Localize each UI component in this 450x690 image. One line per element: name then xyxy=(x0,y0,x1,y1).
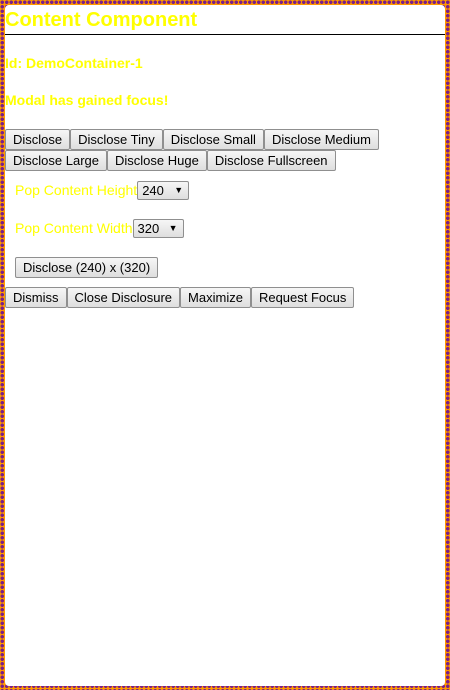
page-title: Content Component xyxy=(5,5,445,35)
disclose-medium-button[interactable]: Disclose Medium xyxy=(263,129,379,150)
disclose-large-button[interactable]: Disclose Large xyxy=(5,150,107,171)
disclose-button[interactable]: Disclose xyxy=(5,129,71,150)
focus-status-text: Modal has gained focus! xyxy=(5,92,169,108)
disclose-tiny-button[interactable]: Disclose Tiny xyxy=(70,129,163,150)
disclose-buttons-row-2: Disclose Large Disclose Huge Disclose Fu… xyxy=(5,150,336,171)
pop-content-width-value: 320 xyxy=(137,220,160,236)
maximize-button[interactable]: Maximize xyxy=(180,287,251,308)
dropdown-arrow-icon: ▼ xyxy=(174,184,184,195)
disclose-buttons-row-1: Disclose Disclose Tiny Disclose Small Di… xyxy=(5,129,379,150)
pop-content-width-label: Pop Content Width xyxy=(15,220,133,236)
dropdown-arrow-icon: ▼ xyxy=(168,222,178,233)
content-component-panel: Content Component Id: DemoContainer-1 Mo… xyxy=(5,5,445,686)
disclose-fullscreen-button[interactable]: Disclose Fullscreen xyxy=(206,150,336,171)
disclose-small-button[interactable]: Disclose Small xyxy=(162,129,264,150)
close-disclosure-button[interactable]: Close Disclosure xyxy=(66,287,181,308)
action-buttons-row: Dismiss Close Disclosure Maximize Reques… xyxy=(5,287,355,308)
pop-content-height-field: Pop Content Height 240 ▼ xyxy=(15,180,190,200)
request-focus-button[interactable]: Request Focus xyxy=(250,287,355,308)
pop-content-width-field: Pop Content Width 320 ▼ xyxy=(15,218,184,238)
pop-content-width-select[interactable]: 320 ▼ xyxy=(132,218,184,238)
container-id-text: Id: DemoContainer-1 xyxy=(5,55,143,71)
pop-content-height-select[interactable]: 240 ▼ xyxy=(137,180,190,200)
dismiss-button[interactable]: Dismiss xyxy=(5,287,67,308)
pop-content-height-label: Pop Content Height xyxy=(15,182,138,198)
pop-content-height-value: 240 xyxy=(142,182,164,198)
disclose-huge-button[interactable]: Disclose Huge xyxy=(107,150,207,171)
disclose-custom-size-button[interactable]: Disclose (240) x (320) xyxy=(15,257,159,278)
